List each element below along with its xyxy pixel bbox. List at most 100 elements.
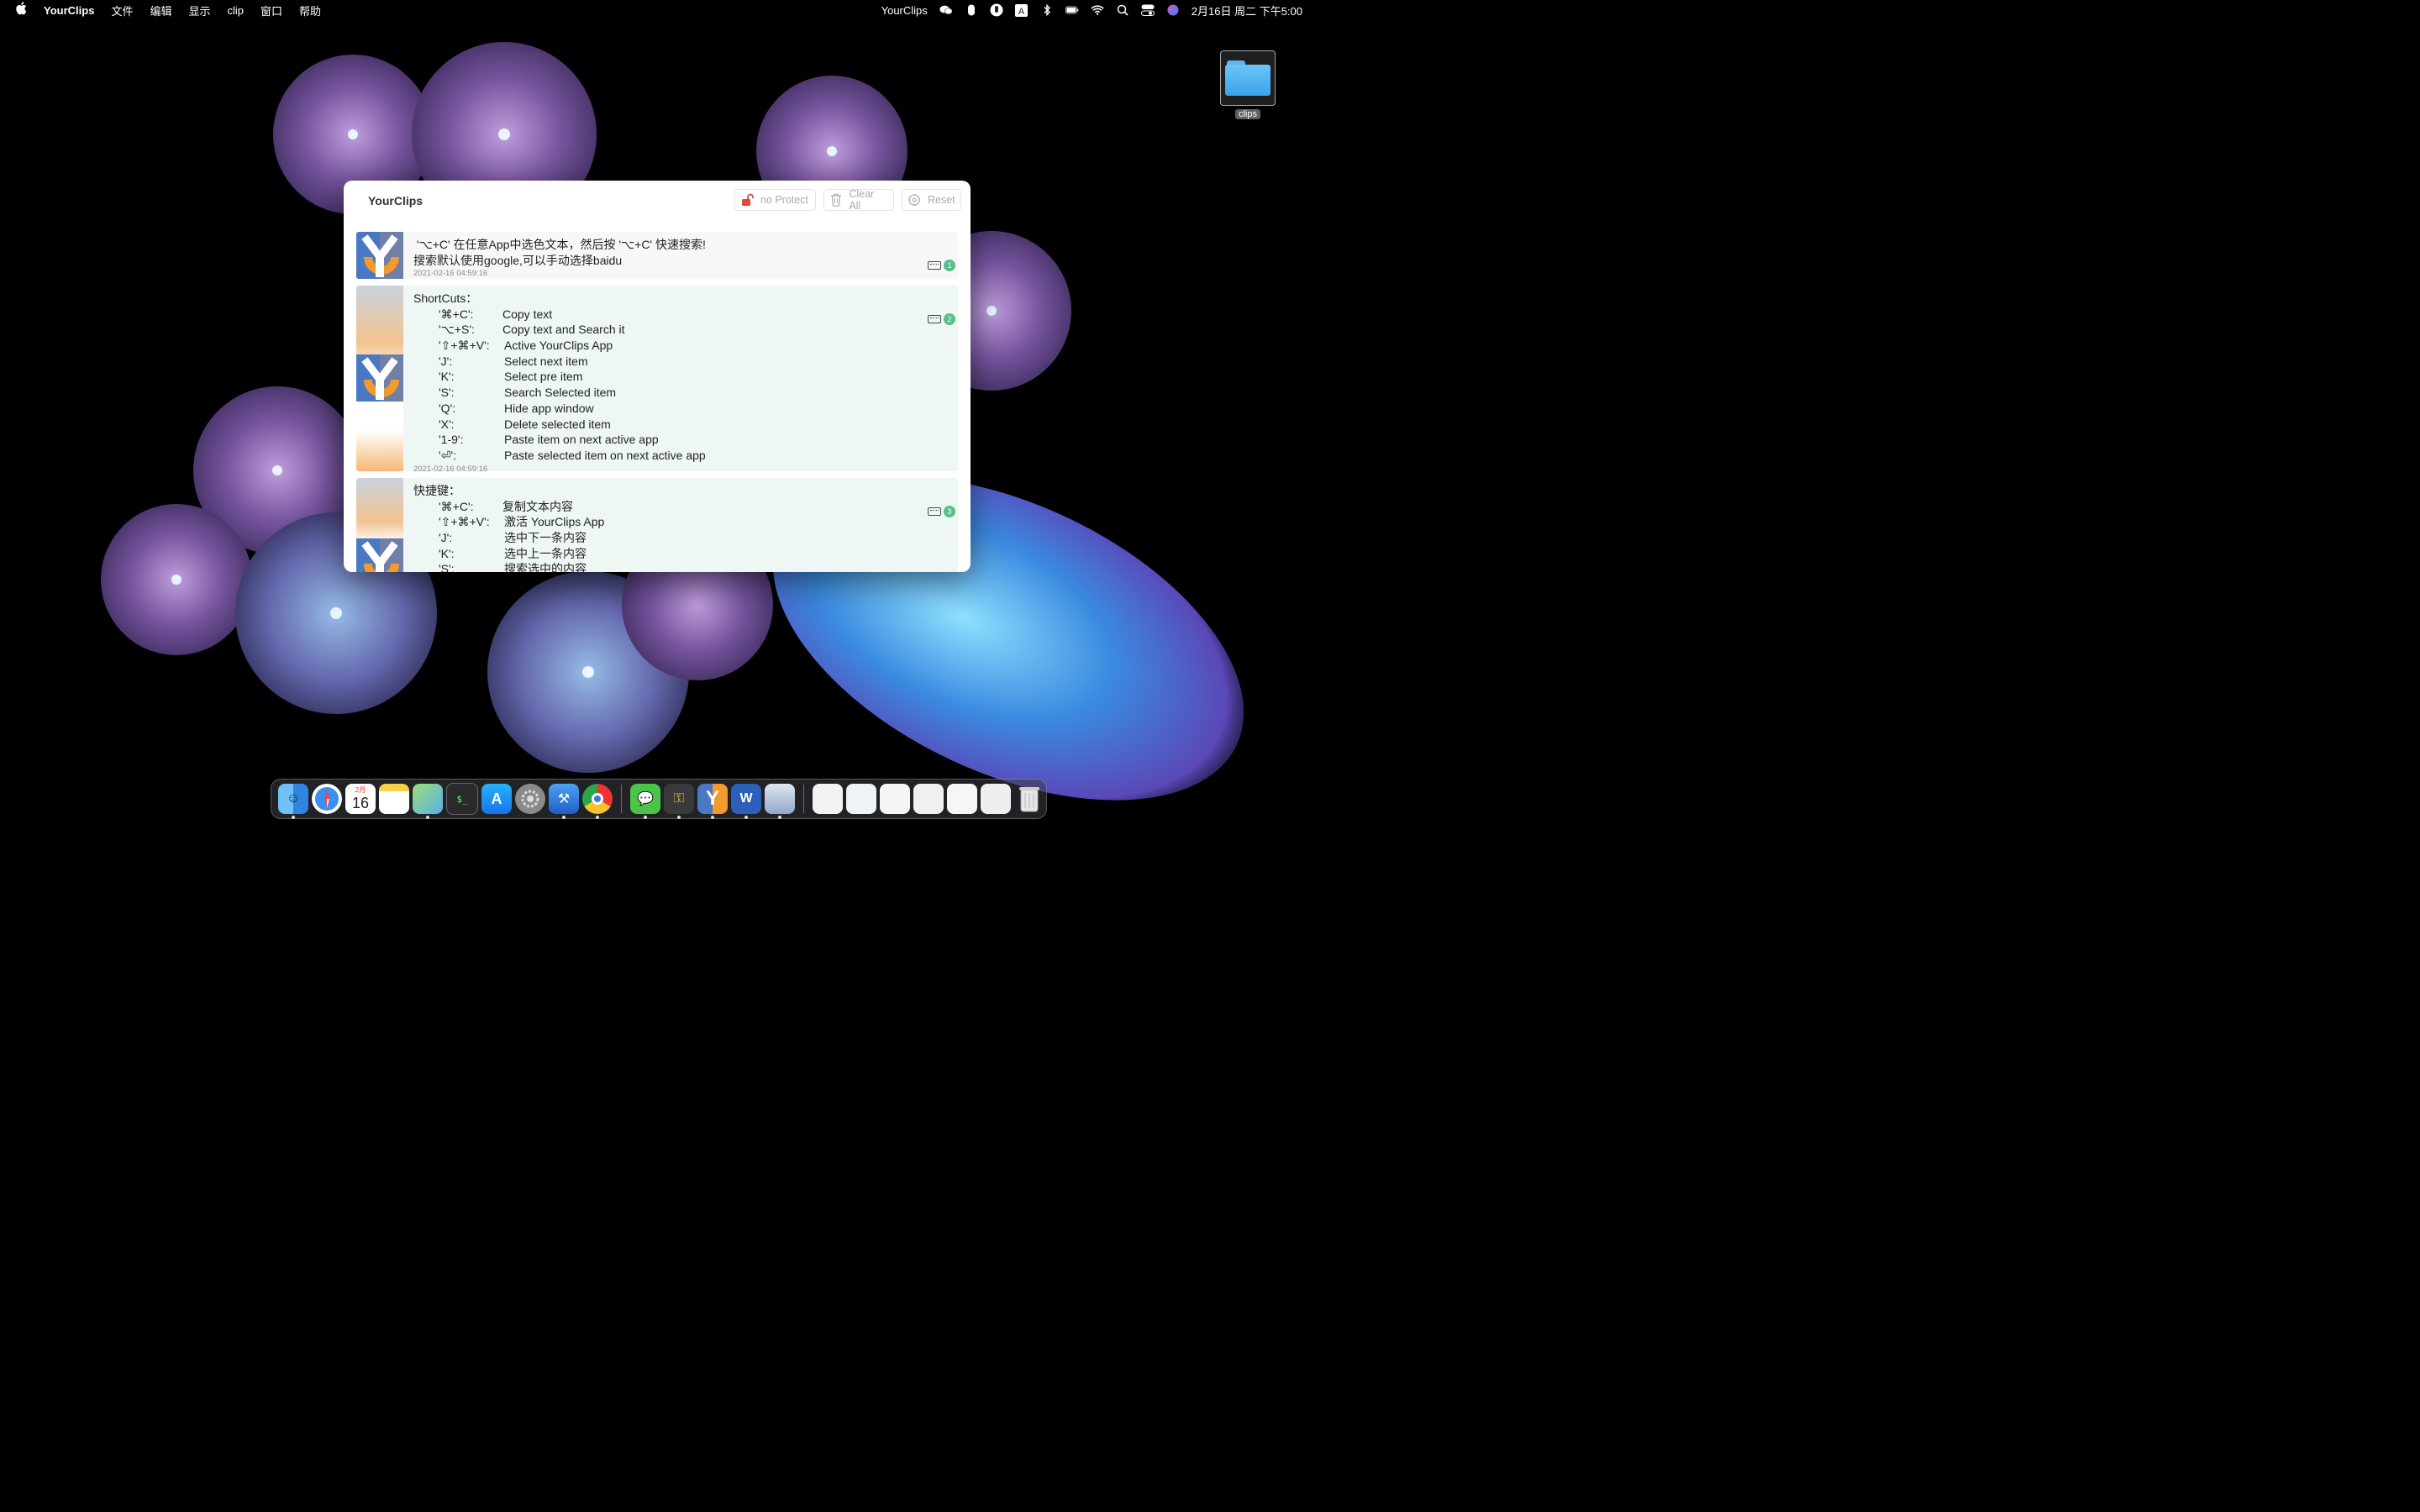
terminal-icon[interactable]: $_ <box>446 783 478 815</box>
shortcut-row: '⇧+⌘+V': Active YourClips App <box>413 338 958 354</box>
battery-icon[interactable] <box>1065 4 1079 16</box>
menu-window[interactable]: 窗口 <box>260 3 282 18</box>
protect-button[interactable]: no Protect <box>734 189 816 211</box>
reset-button[interactable]: Reset <box>902 189 961 211</box>
reset-icon <box>908 193 921 207</box>
shortcut-row: 'K': 选中上一条内容 <box>413 546 958 562</box>
finder-icon[interactable]: ☺ <box>278 784 308 819</box>
trash-icon <box>829 193 842 207</box>
clip-item-3[interactable]: 快捷键： '⌘+C': 复制文本内容 '⇧+⌘+V': 激活 YourClips A… <box>356 478 958 572</box>
trash-icon[interactable] <box>1014 784 1044 814</box>
document-icon[interactable] <box>880 784 910 814</box>
clear-all-button[interactable]: Clear All <box>823 188 894 212</box>
clip-list[interactable]: '⌥+C' 在任意App中选色文本，然后按 '⌥+C' 快速搜索! 搜索默认使用… <box>356 232 958 572</box>
clip-timestamp: 2021-02-16 04:59:16 <box>413 464 488 471</box>
preview-icon[interactable] <box>765 784 795 819</box>
keychain-icon[interactable]: ⚿ <box>664 784 694 819</box>
shortcut-desc: Copy text <box>502 307 553 321</box>
clip-index-badge: 1 <box>928 260 955 271</box>
shortcut-key: '1-9': <box>439 433 464 447</box>
clear-all-label: Clear All <box>849 188 875 212</box>
scroll-icon[interactable] <box>990 3 1003 17</box>
search-icon[interactable] <box>1116 4 1129 16</box>
keyboard-icon <box>928 261 941 270</box>
safari-icon[interactable] <box>312 784 342 814</box>
wechat-icon[interactable] <box>939 4 953 16</box>
shortcut-row: '⌘+C': 复制文本内容 <box>413 499 958 515</box>
menubar-clock[interactable]: 2月16日 周二 下午5:00 <box>1192 3 1302 18</box>
clip-index-number: 3 <box>944 506 955 517</box>
clip-thumbnail <box>356 286 403 471</box>
shortcut-key: 'S': <box>439 562 455 572</box>
folder-selection-frame <box>1220 50 1276 106</box>
document-icon[interactable] <box>981 784 1011 814</box>
clip-text-line: '⌥+C' 在任意App中选色文本，然后按 '⌥+C' 快速搜索! <box>413 238 706 251</box>
bluetooth-icon[interactable] <box>1040 4 1054 16</box>
menu-edit[interactable]: 编辑 <box>150 3 171 18</box>
shortcut-row: 'Q': Hide app window <box>413 401 958 417</box>
yourclips-logo-icon <box>356 354 403 402</box>
shortcut-row: 'J': 选中下一条内容 <box>413 530 958 546</box>
wifi-icon[interactable] <box>1091 4 1104 16</box>
window-title: YourClips <box>368 194 424 207</box>
xcode-icon[interactable]: ⚒ <box>549 784 579 819</box>
apple-menu-icon[interactable] <box>15 2 27 18</box>
notes-icon[interactable] <box>379 784 409 814</box>
unlock-icon <box>740 193 754 207</box>
shortcut-key: '⌥+S': <box>439 323 475 337</box>
word-icon[interactable]: W <box>731 784 761 819</box>
yourclips-window: YourClips no Protect Clear All Reset '⌥+… <box>344 181 971 572</box>
mouse-icon[interactable] <box>965 4 978 16</box>
clip-item-1[interactable]: '⌥+C' 在任意App中选色文本，然后按 '⌥+C' 快速搜索! 搜索默认使用… <box>356 232 958 279</box>
clip-thumbnail <box>356 232 403 279</box>
shortcut-key: 'J': <box>439 531 453 545</box>
folder-label: clips <box>1234 109 1260 119</box>
menu-clip[interactable]: clip <box>227 4 244 17</box>
shortcut-row: 'S': 搜索选中的内容 <box>413 561 958 572</box>
calendar-day: 16 <box>351 795 370 811</box>
shortcut-row: '1-9': Paste item on next active app <box>413 432 958 448</box>
shortcut-key: 'K': <box>439 546 455 560</box>
document-icon[interactable] <box>846 784 876 814</box>
shortcut-row: '⏎': Paste selected item on next active a… <box>413 448 958 464</box>
shortcut-row: 'X': Delete selected item <box>413 417 958 433</box>
shortcut-row: 'K': Select pre item <box>413 369 958 385</box>
document-icon[interactable] <box>913 784 944 814</box>
svg-text:A: A <box>1018 7 1025 17</box>
system-preferences-icon[interactable] <box>515 784 545 814</box>
shortcut-desc: 激活 YourClips App <box>504 515 605 529</box>
app-store-icon[interactable]: A <box>481 784 512 814</box>
document-icon[interactable] <box>947 784 977 814</box>
shortcut-row: 'J': Select next item <box>413 354 958 370</box>
status-app-name[interactable]: YourClips <box>881 4 928 17</box>
clip-index-number: 1 <box>944 260 955 271</box>
clip-content: ShortCuts： '⌘+C': Copy text '⌥+S': Copy te… <box>413 286 958 471</box>
chrome-icon[interactable] <box>582 784 613 819</box>
clip-thumbnail <box>356 478 403 572</box>
desktop-folder-clips[interactable]: clips <box>1220 50 1276 121</box>
shortcut-desc: Copy text and Search it <box>502 323 625 337</box>
wechat-icon[interactable]: 💬 <box>630 784 660 819</box>
shortcut-key: '⌘+C': <box>439 499 474 513</box>
control-center-icon[interactable] <box>1140 4 1155 16</box>
app-menu[interactable]: YourClips <box>44 4 94 17</box>
document-icon[interactable] <box>813 784 843 814</box>
yourclips-icon[interactable]: Y <box>697 784 728 819</box>
siri-icon[interactable] <box>1166 4 1180 16</box>
menu-help[interactable]: 帮助 <box>299 3 321 18</box>
shortcut-key: '⌘+C': <box>439 307 474 321</box>
shortcut-row: 'S': Search Selected item <box>413 385 958 401</box>
input-method-icon[interactable]: A <box>1015 3 1028 17</box>
clip-title: 快捷键： <box>413 484 460 497</box>
calendar-month: 2月 <box>355 786 366 794</box>
protect-label: no Protect <box>760 194 808 206</box>
shortcut-key: '⇧+⌘+V': <box>439 515 490 529</box>
shortcut-desc: Search Selected item <box>504 386 617 400</box>
calendar-icon[interactable]: 2月 16 <box>345 784 376 814</box>
menu-view[interactable]: 显示 <box>188 3 210 18</box>
shortcut-row: '⌘+C': Copy text <box>413 307 958 323</box>
shortcut-key: '⇧+⌘+V': <box>439 339 490 353</box>
menu-file[interactable]: 文件 <box>111 3 133 18</box>
maps-icon[interactable] <box>413 784 443 819</box>
clip-item-2[interactable]: ShortCuts： '⌘+C': Copy text '⌥+S': Copy te… <box>356 286 958 471</box>
